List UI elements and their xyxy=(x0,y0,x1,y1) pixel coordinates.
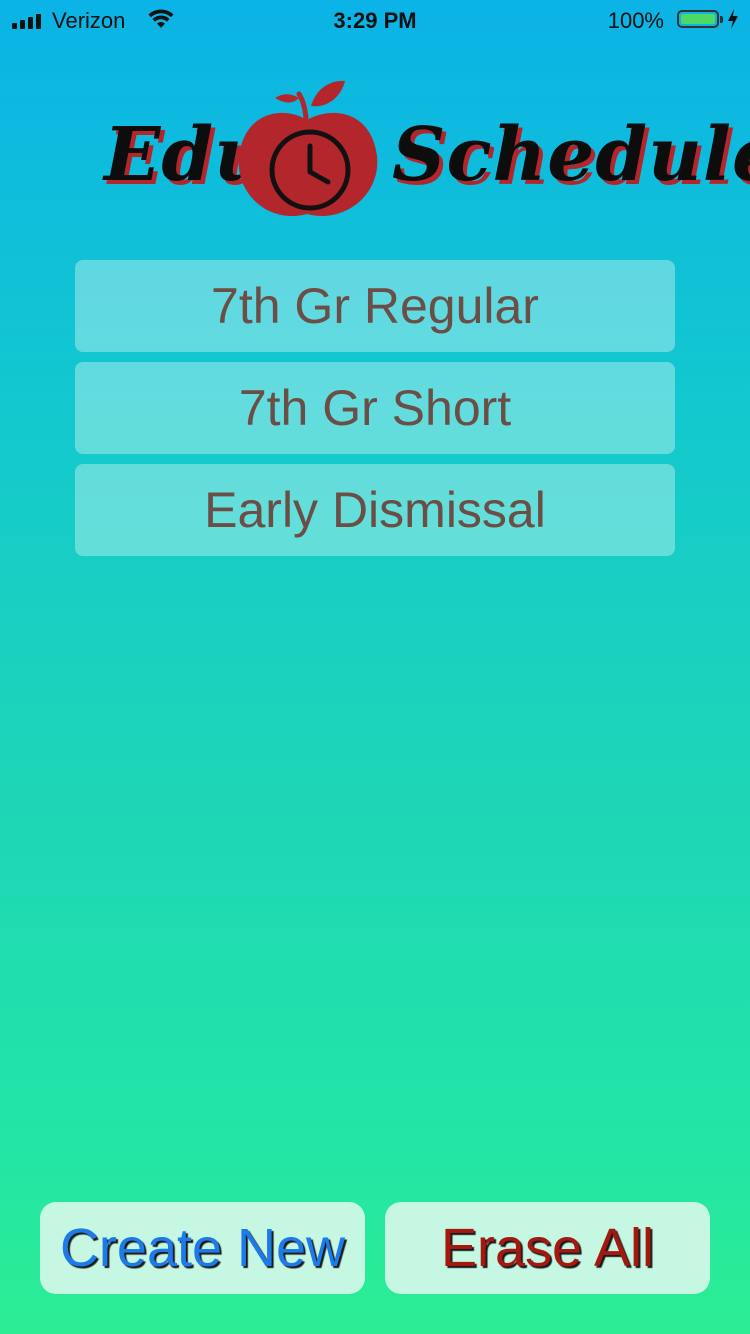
schedule-item[interactable]: Early Dismissal xyxy=(75,464,675,556)
status-bar: Verizon 3:29 PM 100% xyxy=(0,0,750,40)
charging-bolt-icon xyxy=(728,9,738,29)
schedule-item[interactable]: 7th Gr Short xyxy=(75,362,675,454)
create-new-button[interactable]: Create New xyxy=(40,1202,365,1294)
app-logo: Edu Schedule xyxy=(0,78,750,228)
battery-icon xyxy=(677,10,719,28)
battery-level xyxy=(681,14,715,24)
schedule-list: 7th Gr Regular 7th Gr Short Early Dismis… xyxy=(75,260,675,566)
erase-all-button[interactable]: Erase All xyxy=(385,1202,710,1294)
logo-word-schedule: Schedule xyxy=(392,112,750,198)
battery-tip xyxy=(720,16,723,23)
battery-percent: 100% xyxy=(607,8,664,33)
apple-clock-icon xyxy=(238,80,378,217)
schedule-item[interactable]: 7th Gr Regular xyxy=(75,260,675,352)
